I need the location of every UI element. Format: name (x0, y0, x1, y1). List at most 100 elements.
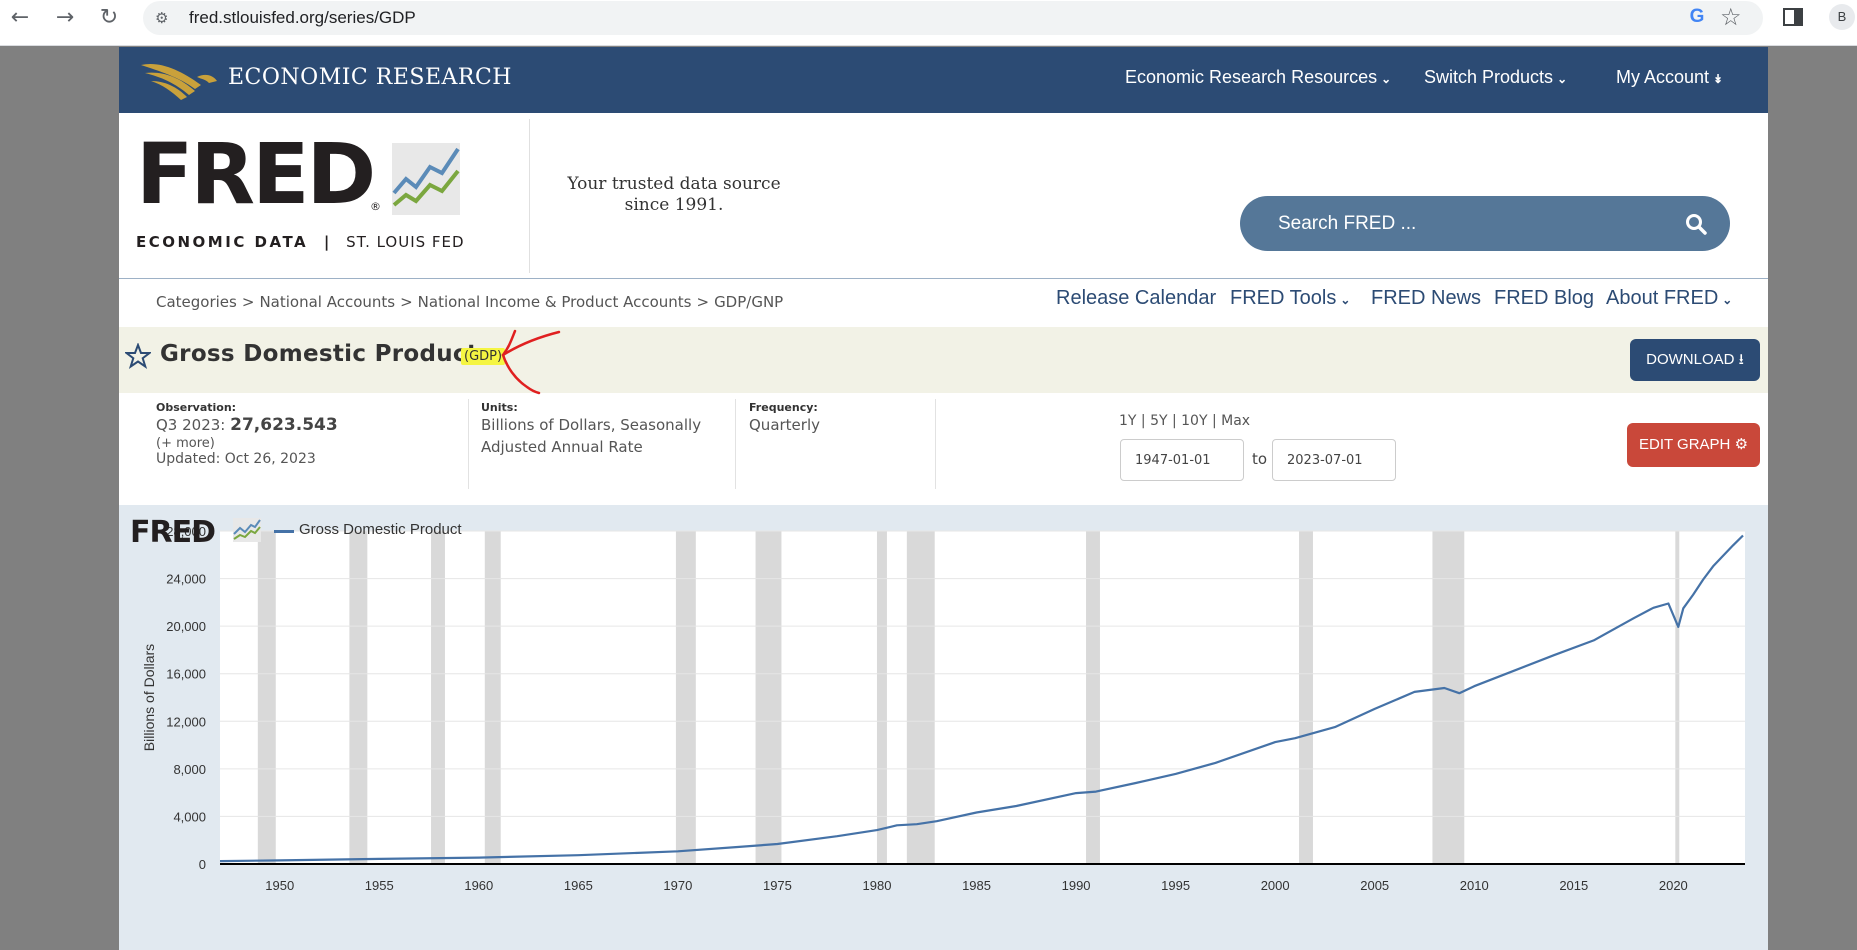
fred-chart-icon (392, 143, 460, 215)
registered-mark: ® (370, 200, 381, 213)
legend-label[interactable]: Gross Domestic Product (299, 521, 462, 538)
breadcrumb-categories[interactable]: Categories (156, 293, 237, 311)
chevron-down-icon: ⌄ (1340, 293, 1351, 307)
observation-block: Observation: Q3 2023: 27,623.543 (+ more… (156, 401, 476, 467)
nav-release-calendar[interactable]: Release Calendar (1056, 287, 1216, 310)
x-tick-label: 1960 (464, 878, 493, 893)
more-observations-link[interactable]: (+ more) (156, 436, 476, 451)
brand-row: FRED ® ECONOMIC DATA | ST. LOUIS FED You… (119, 113, 1768, 309)
google-lens-icon[interactable]: G (1686, 6, 1708, 28)
nav-about-fred[interactable]: About FRED ⌄ (1606, 287, 1732, 310)
start-date-input[interactable] (1120, 439, 1244, 481)
fred-subtitle: ECONOMIC DATA | ST. LOUIS FED (136, 233, 465, 251)
to-label: to (1252, 450, 1268, 468)
x-tick-label: 1975 (763, 878, 792, 893)
top-header: ECONOMIC RESEARCH Economic Research Reso… (119, 47, 1768, 113)
edit-graph-button[interactable]: EDIT GRAPH ⚙ (1627, 423, 1760, 467)
chevron-down-icon: ⌄ (1722, 293, 1733, 307)
breadcrumb-nipa[interactable]: National Income & Product Accounts (418, 293, 692, 311)
series-metadata: Observation: Q3 2023: 27,623.543 (+ more… (119, 393, 1768, 489)
search-icon[interactable] (1685, 213, 1707, 235)
x-tick-label: 2010 (1460, 878, 1489, 893)
side-panel-icon[interactable] (1783, 8, 1803, 26)
recession-band (906, 531, 935, 864)
units-label: Units: (481, 401, 518, 414)
brand-divider (529, 119, 530, 273)
forward-icon[interactable]: → (50, 3, 80, 33)
y-tick-label: 20,000 (166, 619, 206, 634)
breadcrumb-national-accounts[interactable]: National Accounts (259, 293, 395, 311)
nav-my-account[interactable]: My Account ↡ (1616, 67, 1723, 88)
download-button[interactable]: DOWNLOAD ⭳ (1630, 339, 1760, 381)
recession-band (1299, 531, 1313, 864)
chart-logo-icon (233, 518, 261, 542)
recession-band (1432, 531, 1465, 864)
x-tick-label: 1970 (663, 878, 692, 893)
eagle-logo-icon[interactable] (139, 55, 219, 105)
units-value: Billions of Dollars, Seasonally Adjusted… (481, 416, 702, 456)
x-tick-label: 2020 (1659, 878, 1688, 893)
address-bar[interactable]: ⚙ fred.stlouisfed.org/series/GDP (143, 1, 1763, 35)
browser-toolbar: ← → ↻ ⚙ fred.stlouisfed.org/series/GDP G… (0, 0, 1857, 46)
page-content: ECONOMIC RESEARCH Economic Research Reso… (119, 47, 1768, 950)
recession-band (349, 531, 368, 864)
recession-band (1086, 531, 1100, 864)
recession-band (431, 531, 445, 864)
gdp-line-chart[interactable]: 04,0008,00012,00016,00020,00024,00028,00… (119, 505, 1768, 950)
double-chevron-down-icon: ↡ (1713, 72, 1724, 86)
nav-fred-blog[interactable]: FRED Blog (1494, 287, 1594, 310)
x-tick-label: 2005 (1360, 878, 1389, 893)
plot-background (220, 531, 1745, 864)
x-tick-label: 1950 (265, 878, 294, 893)
chart-area[interactable]: 0 4,000 8,000 12,000 16,000 20,000 24,000 28,00… (119, 505, 1768, 950)
nav-fred-tools[interactable]: FRED Tools ⌄ (1230, 287, 1350, 310)
observation-label: Observation: (156, 401, 237, 414)
recession-band (675, 531, 696, 864)
x-tick-label: 1990 (1062, 878, 1091, 893)
url-text[interactable]: fred.stlouisfed.org/series/GDP (189, 1, 416, 35)
nav-switch-products[interactable]: Switch Products ⌄ (1424, 67, 1567, 88)
chart-fred-logo: FRED (130, 515, 216, 550)
recession-band (755, 531, 782, 864)
recession-band (1675, 531, 1680, 864)
y-tick-label: 8,000 (173, 762, 206, 777)
reload-icon[interactable]: ↻ (94, 3, 124, 33)
y-tick-label: 16,000 (166, 667, 206, 682)
divider (735, 399, 736, 489)
search-input[interactable] (1240, 196, 1680, 251)
chevron-down-icon: ⌄ (1557, 72, 1568, 86)
x-tick-label: 2015 (1559, 878, 1588, 893)
y-tick-label: 4,000 (173, 809, 206, 824)
recession-band (257, 531, 276, 864)
page-title: Gross Domestic Product (160, 341, 479, 367)
y-tick-label: 0 (199, 857, 206, 872)
site-info-icon[interactable]: ⚙ (155, 8, 175, 28)
frequency-block: Frequency: Quarterly (749, 401, 929, 436)
download-icon: ⭳ (1738, 351, 1744, 368)
bookmark-star-icon[interactable]: ☆ (1720, 3, 1742, 31)
series-title-bar: Gross Domestic Product (GDP) DOWNLOAD ⭳ (119, 327, 1768, 395)
back-icon[interactable]: ← (5, 3, 35, 33)
breadcrumb: Categories > National Accounts > National In… (156, 293, 784, 311)
breadcrumb-gdp-gnp[interactable]: GDP/GNP (714, 293, 783, 311)
recession-band (484, 531, 501, 864)
fred-logo[interactable]: FRED (136, 129, 376, 219)
x-tick-label: 1985 (962, 878, 991, 893)
chevron-down-icon: ⌄ (1381, 72, 1392, 86)
frequency-label: Frequency: (749, 401, 818, 414)
nav-economic-research-resources[interactable]: Economic Research Resources ⌄ (1125, 67, 1391, 88)
x-tick-label: 1955 (365, 878, 394, 893)
nav-fred-news[interactable]: FRED News (1371, 287, 1481, 310)
date-range-shortcuts[interactable]: 1Y | 5Y | 10Y | Max (1119, 413, 1250, 429)
legend-swatch (274, 530, 294, 533)
units-block: Units: Billions of Dollars, Seasonally A… (481, 401, 741, 458)
profile-avatar[interactable]: B (1829, 4, 1855, 30)
recession-band (876, 531, 887, 864)
favorite-star-icon[interactable] (125, 343, 151, 369)
divider (935, 399, 936, 489)
divider (468, 399, 469, 489)
economic-research-title[interactable]: ECONOMIC RESEARCH (228, 65, 512, 90)
search-box[interactable] (1240, 196, 1730, 251)
end-date-input[interactable] (1272, 439, 1396, 481)
frequency-value: Quarterly (749, 416, 820, 434)
